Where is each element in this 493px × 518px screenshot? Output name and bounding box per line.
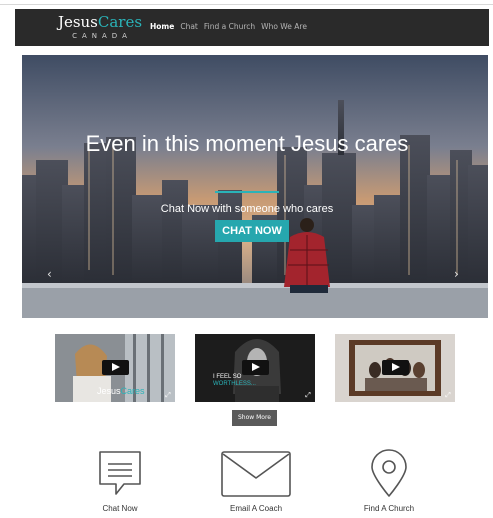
logo-main-text: Jesus [57, 13, 98, 31]
logo-subtitle: CANADA [72, 32, 132, 40]
hero-divider [215, 191, 279, 193]
envelope-icon [221, 451, 291, 497]
feature-find-church-label: Find A Church [363, 504, 415, 513]
video-thumbnail-1[interactable]: JesusCares ⤢ [55, 334, 175, 402]
main-menu: Home Chat Find a Church Who We Are [150, 22, 307, 31]
hero-subtitle: Chat Now with someone who cares [160, 203, 334, 215]
video-1-caption-main: Jesus [97, 386, 121, 396]
play-icon[interactable] [102, 360, 129, 375]
city-skyline-image [22, 55, 488, 318]
feature-email-coach[interactable]: Email A Coach [201, 448, 311, 513]
map-pin-icon [371, 449, 407, 497]
chat-now-button[interactable]: CHAT NOW [215, 220, 289, 242]
logo[interactable]: JesusCares CANADA [55, 14, 145, 40]
fullscreen-icon[interactable]: ⤢ [444, 391, 452, 399]
nav-chat[interactable]: Chat [180, 22, 198, 31]
play-icon[interactable] [242, 360, 269, 375]
logo-accent-text: Cares [97, 13, 143, 31]
hero-banner: Even in this moment Jesus cares Chat Now… [22, 55, 488, 318]
fullscreen-icon[interactable]: ⤢ [164, 391, 172, 399]
nav-home[interactable]: Home [150, 22, 174, 31]
hero-title: Even in this moment Jesus cares [85, 131, 409, 156]
feature-chat-now-label: Chat Now [102, 504, 138, 513]
play-icon[interactable] [382, 360, 409, 375]
carousel-prev-icon[interactable]: ‹ [47, 267, 52, 281]
video-2-caption: I FEEL SO WORTHLESS... [213, 374, 256, 388]
top-border [0, 0, 493, 5]
video-thumbnail-3[interactable]: ⤢ [335, 334, 455, 402]
video-2-caption-main: I FEEL SO [213, 374, 242, 380]
feature-find-church[interactable]: Find A Church [334, 448, 444, 513]
chat-bubble-icon [99, 451, 141, 495]
navbar: JesusCares CANADA Home Chat Find a Churc… [15, 9, 489, 46]
video-thumbnail-2[interactable]: I FEEL SO WORTHLESS... ⤢ [195, 334, 315, 402]
video-2-caption-accent: WORTHLESS... [213, 381, 256, 387]
video-1-caption: JesusCares [97, 386, 145, 396]
nav-who-we-are[interactable]: Who We Are [261, 22, 307, 31]
show-more-button[interactable]: Show More [232, 410, 277, 426]
nav-find-church[interactable]: Find a Church [204, 22, 255, 31]
feature-email-coach-label: Email A Coach [229, 504, 283, 513]
fullscreen-icon[interactable]: ⤢ [304, 391, 312, 399]
feature-chat-now[interactable]: Chat Now [65, 448, 175, 513]
carousel-next-icon[interactable]: › [454, 267, 459, 281]
video-1-caption-accent: Cares [120, 386, 145, 396]
